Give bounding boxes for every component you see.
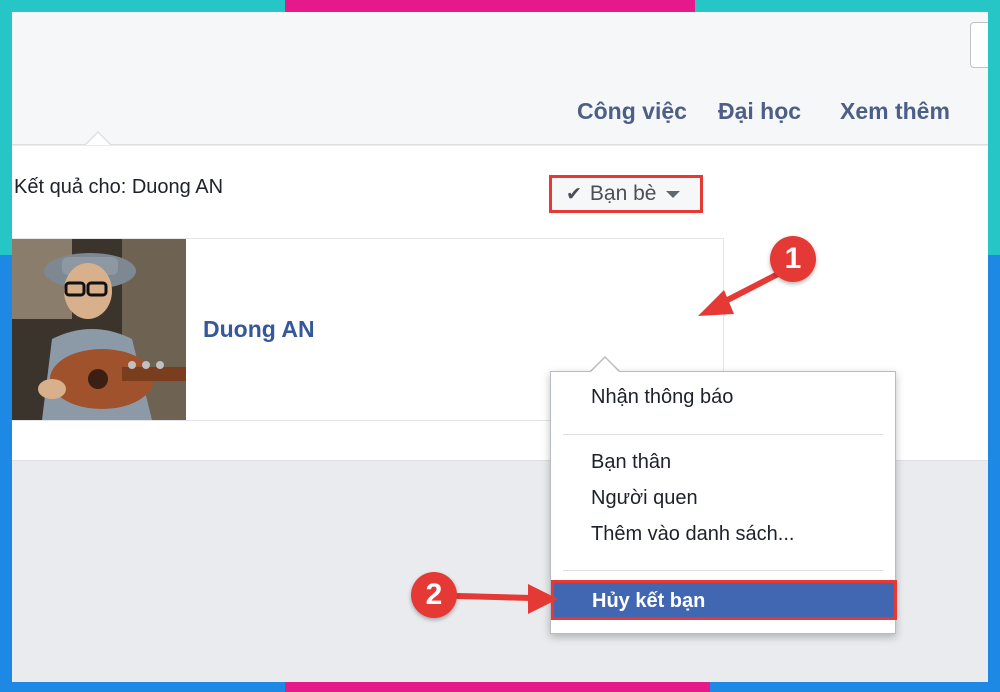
menu-item-add-to-list[interactable]: Thêm vào danh sách... — [591, 523, 794, 546]
check-icon: ✔ — [566, 183, 582, 205]
menu-divider — [563, 434, 883, 435]
tab-university[interactable]: Đại học — [718, 98, 801, 125]
search-filter-bar: Công việc Đại học Xem thêm — [12, 12, 988, 145]
menu-divider — [563, 570, 883, 571]
screenshot-area: Công việc Đại học Xem thêm Kết quả cho: … — [12, 12, 988, 682]
avatar[interactable] — [12, 239, 186, 420]
menu-item-unfriend[interactable]: Hủy kết bạn — [551, 580, 897, 620]
tab-see-more[interactable]: Xem thêm — [840, 98, 950, 125]
frame-border — [0, 682, 285, 692]
person-name-link[interactable]: Duong AN — [203, 316, 315, 343]
frame-border — [988, 0, 1000, 255]
frame-border — [0, 0, 285, 12]
frame-border — [285, 0, 695, 12]
dropdown-pointer — [591, 358, 619, 372]
active-tab-pointer — [86, 133, 110, 145]
step-marker-1: 1 — [770, 236, 816, 282]
tab-jobs[interactable]: Công việc — [577, 98, 687, 125]
frame-border — [0, 255, 12, 692]
search-input[interactable] — [970, 22, 988, 68]
caret-down-icon — [666, 190, 681, 198]
frame-border — [988, 255, 1000, 692]
frame-border — [710, 682, 1000, 692]
friend-options-dropdown: Nhận thông báo Bạn thân Người quen Thêm … — [550, 371, 897, 634]
frame-border — [285, 682, 710, 692]
frame-border — [695, 0, 1000, 12]
frame-border — [0, 0, 12, 255]
unfriend-label: Hủy kết bạn — [592, 590, 706, 612]
friends-button[interactable]: ✔ Bạn bè — [549, 175, 703, 213]
step-marker-2: 2 — [411, 572, 457, 618]
menu-item-acquaintances[interactable]: Người quen — [591, 487, 698, 510]
friends-button-label: Bạn bè — [589, 182, 657, 205]
results-heading: Kết quả cho: Duong AN — [14, 176, 224, 198]
menu-item-close-friends[interactable]: Bạn thân — [591, 451, 671, 474]
menu-item-get-notifications[interactable]: Nhận thông báo — [591, 386, 733, 409]
